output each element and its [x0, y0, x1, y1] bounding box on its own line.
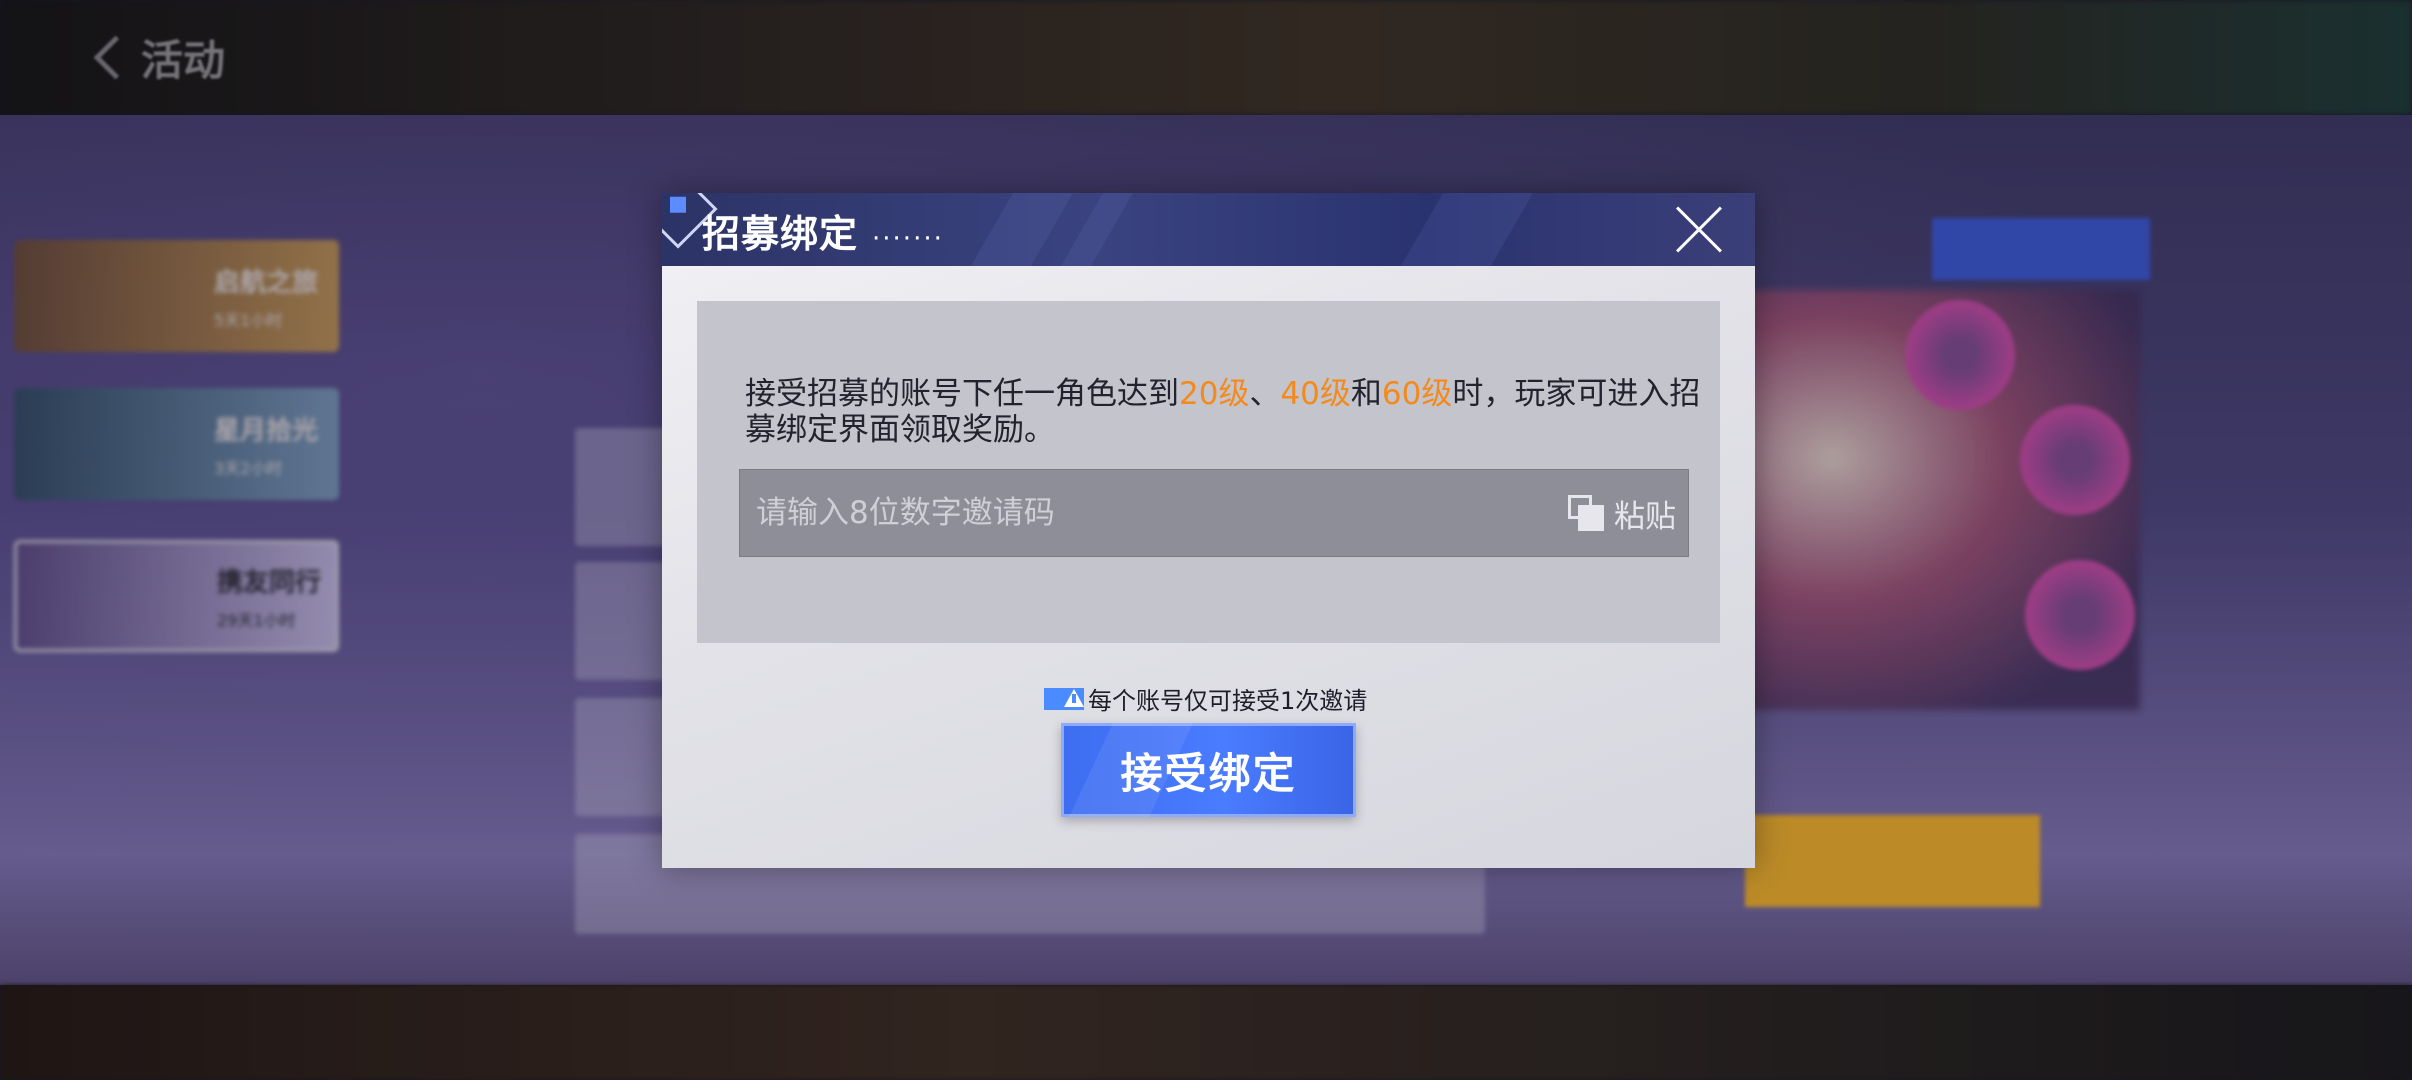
paste-button[interactable]: 粘贴	[1568, 470, 1676, 556]
paste-icon	[1568, 495, 1604, 531]
recruit-description: 接受招募的账号下任一角色达到20级、40级和60级时，玩家可进入招募绑定界面领取…	[745, 376, 1705, 448]
desc-level-20: 20级	[1179, 376, 1250, 412]
recruit-bind-dialog: 招募绑定 ······· 接受招募的账号下任一角色达到20级、40级和60级时，玩…	[662, 193, 1755, 868]
header-decoration	[1060, 193, 1134, 266]
notice-text: 每个账号仅可接受1次邀请	[1088, 687, 1368, 715]
desc-separator: 和	[1350, 376, 1382, 412]
invite-code-field: 粘贴	[739, 469, 1689, 557]
dialog-title: 招募绑定 ·······	[702, 203, 944, 258]
invite-notice: 每个账号仅可接受1次邀请	[1044, 681, 1367, 716]
diamond-gem	[670, 196, 686, 213]
accept-bind-button[interactable]: 接受绑定	[1061, 723, 1356, 817]
dialog-header: 招募绑定 ·······	[662, 193, 1755, 266]
desc-separator: 、	[1249, 376, 1281, 412]
desc-text: 接受招募的账号下任一角色达到	[745, 376, 1179, 412]
header-decoration	[1400, 193, 1534, 266]
accept-bind-label: 接受绑定	[1120, 748, 1297, 798]
desc-level-60: 60级	[1381, 376, 1453, 412]
paste-label: 粘贴	[1614, 498, 1676, 535]
invite-code-input[interactable]	[740, 470, 1520, 556]
warning-icon	[1044, 687, 1084, 710]
close-button[interactable]	[1672, 203, 1726, 257]
desc-level-40: 40级	[1280, 376, 1351, 412]
header-decoration	[970, 193, 1074, 266]
title-dots: ·······	[872, 224, 944, 254]
dialog-title-text: 招募绑定	[702, 211, 859, 256]
